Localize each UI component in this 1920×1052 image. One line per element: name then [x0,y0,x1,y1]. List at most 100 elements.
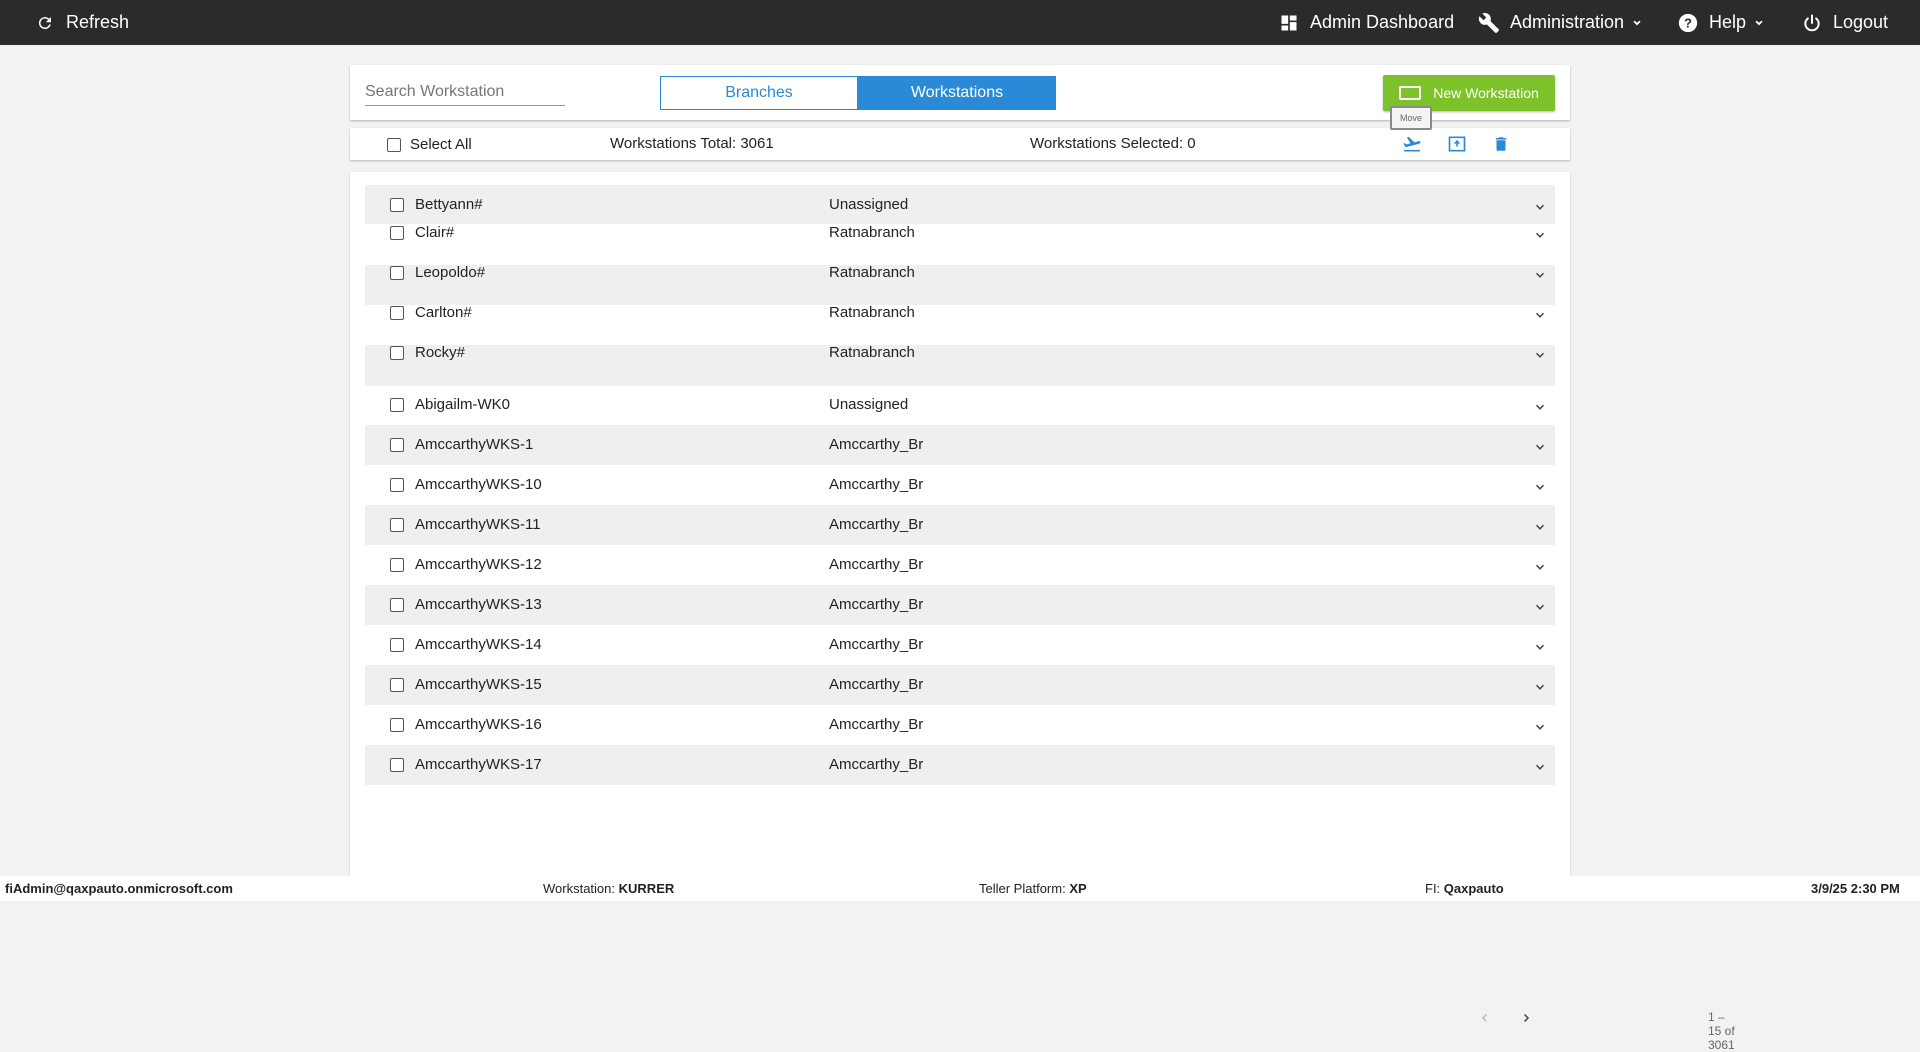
workstation-branch: Amccarthy_Br [829,556,924,573]
logout-button[interactable]: Logout [1801,0,1888,45]
workstation-row[interactable]: AmccarthyWKS-16 Amccarthy_Br [365,716,1555,736]
row-checkbox[interactable] [390,438,404,452]
svg-text:?: ? [1684,15,1692,30]
select-all-checkbox[interactable] [387,137,401,152]
wrench-icon [1478,12,1500,34]
row-checkbox[interactable] [390,306,404,320]
footer-datetime: 3/9/25 2:30 PM [1811,881,1900,896]
workstation-row[interactable]: AmccarthyWKS-1 Amccarthy_Br [365,436,1555,456]
top-bar: Refresh Admin Dashboard Administration ?… [0,0,1920,45]
expand-chevron-icon[interactable] [1533,520,1547,534]
workstation-name: Leopoldo# [415,264,486,281]
administration-label: Administration [1510,12,1625,32]
workstation-row[interactable]: AmccarthyWKS-10 Amccarthy_Br [365,476,1555,496]
new-workstation-label: New Workstation [1433,85,1539,101]
row-checkbox[interactable] [390,198,404,212]
row-checkbox[interactable] [390,266,404,280]
row-checkbox[interactable] [390,346,404,360]
footer-workstation: Workstation: KURRER [543,881,674,896]
workstation-row[interactable]: Bettyann# Unassigned [365,196,1555,216]
help-label: Help [1709,12,1747,32]
expand-chevron-icon[interactable] [1533,268,1547,282]
workstation-name: AmccarthyWKS-12 [415,556,542,573]
workstation-row[interactable]: AmccarthyWKS-11 Amccarthy_Br [365,516,1555,536]
chevron-left-icon [1481,1013,1488,1023]
row-checkbox[interactable] [390,638,404,652]
chevron-down-icon [1755,20,1763,25]
workstation-row[interactable]: AmccarthyWKS-13 Amccarthy_Br [365,596,1555,616]
workstation-row[interactable]: Clair# Ratnabranch [365,224,1555,244]
select-all[interactable]: Select All [387,136,472,153]
workstation-name: Clair# [415,224,455,241]
expand-chevron-icon[interactable] [1533,348,1547,362]
workstation-name: Rocky# [415,344,466,361]
administration-menu[interactable]: Administration [1478,0,1644,45]
help-menu[interactable]: ? Help [1677,0,1766,45]
row-checkbox[interactable] [390,758,404,772]
next-page-button[interactable] [1516,1008,1536,1028]
move-button[interactable] [1400,132,1424,156]
workstation-branch: Amccarthy_Br [829,596,924,613]
expand-chevron-icon[interactable] [1533,480,1547,494]
workstation-row[interactable]: Leopoldo# Ratnabranch [365,264,1555,284]
move-tooltip: Move [1390,106,1432,130]
row-checkbox[interactable] [390,398,404,412]
expand-chevron-icon[interactable] [1533,200,1547,214]
expand-chevron-icon[interactable] [1533,440,1547,454]
row-checkbox[interactable] [390,518,404,532]
workstation-name: AmccarthyWKS-1 [415,436,534,453]
workstation-name: AmccarthyWKS-14 [415,636,542,653]
footer-platform-value: XP [1069,881,1087,896]
tab-branches[interactable]: Branches [660,76,858,110]
workstation-row[interactable]: AmccarthyWKS-14 Amccarthy_Br [365,636,1555,656]
workstation-branch: Amccarthy_Br [829,476,924,493]
expand-chevron-icon[interactable] [1533,600,1547,614]
expand-chevron-icon[interactable] [1533,640,1547,654]
search-input[interactable] [365,79,565,106]
expand-chevron-icon[interactable] [1533,228,1547,242]
tab-workstations[interactable]: Workstations [858,76,1056,110]
upload-button[interactable] [1445,132,1469,156]
workstation-name: AmccarthyWKS-17 [415,756,542,773]
expand-chevron-icon[interactable] [1533,680,1547,694]
expand-chevron-icon[interactable] [1533,760,1547,774]
prev-page-button[interactable] [1475,1008,1495,1028]
expand-chevron-icon[interactable] [1533,400,1547,414]
footer-workstation-value: KURRER [618,881,675,896]
row-checkbox[interactable] [390,678,404,692]
expand-chevron-icon[interactable] [1533,560,1547,574]
refresh-button[interactable]: Refresh [34,0,129,45]
workstation-row[interactable]: Carlton# Ratnabranch [365,304,1555,324]
workstation-branch: Amccarthy_Br [829,636,924,653]
workstation-row[interactable]: Rocky# Ratnabranch [365,344,1555,364]
workstation-branch: Amccarthy_Br [829,756,924,773]
status-footer: fiAdmin@qaxpauto.onmicrosoft.com Worksta… [0,876,1920,901]
expand-chevron-icon[interactable] [1533,720,1547,734]
workstation-branch: Amccarthy_Br [829,436,924,453]
admin-dashboard-link[interactable]: Admin Dashboard [1278,0,1454,45]
row-checkbox[interactable] [390,478,404,492]
footer-fi-value: Qaxpauto [1443,881,1504,896]
workstation-row[interactable]: AmccarthyWKS-17 Amccarthy_Br [365,756,1555,776]
workstation-branch: Amccarthy_Br [829,516,924,533]
footer-platform-label: Teller Platform: [979,881,1066,896]
upload-icon [1448,136,1466,152]
row-checkbox[interactable] [390,558,404,572]
move-icon [1403,136,1421,152]
workstation-row[interactable]: AmccarthyWKS-15 Amccarthy_Br [365,676,1555,696]
workstation-row[interactable]: AmccarthyWKS-12 Amccarthy_Br [365,556,1555,576]
row-checkbox[interactable] [390,718,404,732]
workstation-row[interactable]: Abigailm-WK0 Unassigned [365,396,1555,416]
row-checkbox[interactable] [390,598,404,612]
refresh-label: Refresh [66,12,130,32]
toolbar-card: Branches Workstations New Workstation [350,65,1570,120]
power-icon [1801,12,1823,34]
delete-button[interactable] [1489,132,1513,156]
pagination-range: 1 – 15 of 3061 [1708,1010,1735,1052]
expand-chevron-icon[interactable] [1533,308,1547,322]
row-checkbox[interactable] [390,226,404,240]
workstation-name: Abigailm-WK0 [415,396,511,413]
workstation-branch: Ratnabranch [829,344,915,361]
workstation-branch: Ratnabranch [829,224,915,241]
footer-fi: FI: Qaxpauto [1425,881,1504,896]
